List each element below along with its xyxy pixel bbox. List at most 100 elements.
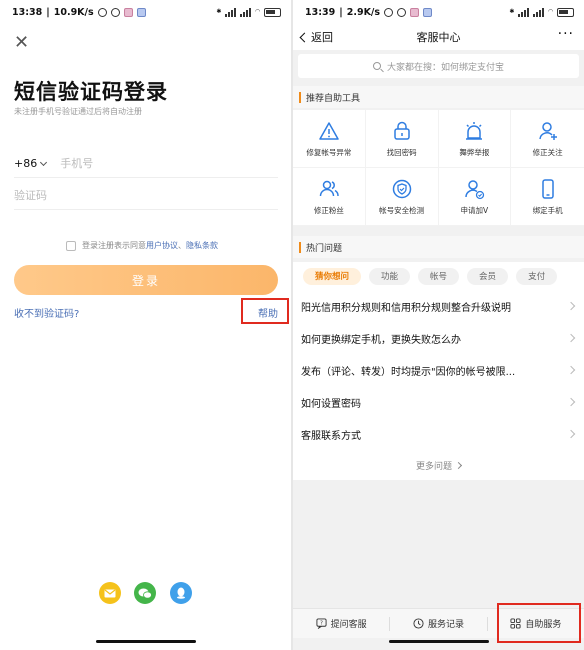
privacy-terms-link[interactable]: 隐私条款 (186, 240, 218, 251)
question-category-tabs: 猜你想问 功能 帐号 会员 支付 (293, 262, 584, 290)
no-code-link[interactable]: 收不到验证码? (14, 305, 79, 320)
hot-questions-header: 热门问题 (293, 236, 584, 258)
app-notification-icon (136, 7, 146, 17)
agreement-row: 登录注册表示同意 用户协议 、 隐私条款 (66, 240, 218, 251)
app-notification-icon (123, 7, 133, 17)
mail-login-button[interactable] (99, 582, 121, 604)
warning-icon (319, 121, 339, 140)
question-item[interactable]: 客服联系方式 (293, 418, 584, 450)
highlight-box (497, 603, 581, 643)
status-speed: 10.9K/s (53, 6, 94, 18)
qq-icon (177, 587, 185, 599)
status-time: 13:38 (12, 6, 43, 18)
phone-row: +86 (14, 150, 278, 178)
signal-icon (533, 7, 545, 17)
clock-status-icon (110, 7, 120, 17)
tool-apply-verified[interactable]: 申请加V (438, 168, 512, 226)
status-bar: 13:39 | 2.9K/s ✱ ◠ (293, 0, 584, 24)
tool-fix-fans[interactable]: 修正粉丝 (293, 168, 366, 226)
lock-icon (393, 121, 410, 140)
agreement-separator: 、 (178, 241, 186, 250)
tool-fix-account[interactable]: 修复帐号异常 (293, 110, 366, 168)
service-records-button[interactable]: 服务记录 (390, 609, 486, 638)
wifi-icon: ◠ (255, 8, 260, 15)
clock-status-icon (397, 7, 407, 17)
status-bar: 13:38 | 10.9K/s ✱ ◠ (0, 0, 291, 24)
app-notification-icon (410, 7, 420, 17)
agree-checkbox[interactable] (66, 240, 76, 251)
search-placeholder: 大家都在搜：如何绑定支付宝 (386, 62, 504, 73)
shield-icon (392, 179, 411, 198)
tab-features[interactable]: 功能 (369, 267, 411, 285)
more-questions-link[interactable]: 更多问题 (293, 450, 584, 480)
question-item[interactable]: 发布（评论、转发）时均提示"因你的帐号被限... (293, 354, 584, 386)
chevron-right-icon (566, 365, 576, 375)
search-bar[interactable]: 大家都在搜：如何绑定支付宝 (298, 54, 579, 78)
chevron-right-icon (566, 429, 576, 439)
wechat-login-button[interactable] (134, 582, 156, 604)
tool-bind-phone[interactable]: 绑定手机 (511, 168, 584, 226)
question-item[interactable]: 如何更换绑定手机，更换失败怎么办 (293, 322, 584, 354)
nav-bar: 返回 客服中心 ··· (293, 24, 584, 50)
verified-user-icon (465, 179, 485, 199)
chevron-right-icon (566, 301, 576, 311)
battery-icon (557, 7, 574, 17)
home-indicator[interactable] (389, 640, 489, 643)
search-icon (372, 62, 381, 70)
country-code-select[interactable]: +86 (14, 157, 48, 170)
highlight-box (241, 298, 289, 324)
qq-login-button[interactable] (170, 582, 192, 604)
mail-icon (104, 589, 116, 597)
code-row (14, 182, 278, 210)
signal-icon (518, 7, 530, 17)
chevron-right-icon (454, 461, 463, 469)
page-title: 短信验证码登录 (14, 80, 168, 104)
wifi-icon: ◠ (548, 8, 553, 15)
user-agreement-link[interactable]: 用户协议 (146, 240, 178, 251)
tool-account-security-check[interactable]: 帐号安全检测 (365, 168, 439, 226)
self-service-tools-grid: 修复帐号异常 找回密码 舞弊举报 修正关注 修正粉丝 帐号安全检测 申请加V 绑… (293, 110, 584, 226)
alarm-icon (466, 121, 483, 140)
phone-input[interactable] (60, 157, 221, 170)
tab-account[interactable]: 帐号 (418, 267, 460, 285)
bluetooth-icon: ✱ (509, 8, 515, 15)
tab-membership[interactable]: 会员 (467, 267, 509, 285)
tab-guess-you-ask[interactable]: 猜你想问 (303, 267, 362, 285)
page-title: 客服中心 (416, 31, 461, 44)
ask-service-button[interactable]: ? 提问客服 (293, 609, 389, 638)
agreement-text: 登录注册表示同意 (82, 241, 146, 250)
user-add-icon (538, 121, 557, 140)
clock-icon (413, 618, 424, 629)
tool-recover-password[interactable]: 找回密码 (365, 110, 439, 168)
tool-fix-following[interactable]: 修正关注 (511, 110, 584, 168)
tools-section-header: 推荐自助工具 (293, 86, 584, 108)
tool-fraud-report[interactable]: 舞弊举报 (438, 110, 512, 168)
app-notification-icon (423, 7, 433, 17)
verification-code-input[interactable] (14, 189, 214, 202)
section-accent-bar (299, 91, 301, 103)
tab-payment[interactable]: 支付 (516, 267, 558, 285)
wechat-icon (138, 588, 152, 599)
page-subtitle: 未注册手机号验证通过后将自动注册 (14, 107, 142, 116)
chevron-down-icon (40, 158, 48, 167)
chevron-right-icon (566, 333, 576, 343)
close-icon[interactable]: ✕ (14, 34, 29, 52)
bluetooth-icon: ✱ (216, 8, 222, 15)
alarm-status-icon (384, 7, 394, 17)
question-item[interactable]: 如何设置密码 (293, 386, 584, 418)
question-item[interactable]: 阳光信用积分规则和信用积分规则整合升级说明 (293, 290, 584, 322)
phone-icon (541, 178, 554, 199)
status-time: 13:39 (305, 6, 336, 18)
battery-icon (264, 7, 281, 17)
home-indicator[interactable] (96, 640, 196, 643)
login-button[interactable]: 登录 (14, 265, 278, 295)
section-accent-bar (299, 241, 301, 253)
alarm-status-icon (97, 7, 107, 17)
chevron-right-icon (566, 397, 576, 407)
svg-text:?: ? (320, 621, 323, 627)
users-icon (319, 180, 339, 196)
sms-login-screen: 13:38 | 10.9K/s ✱ ◠ ✕ 短信验证码登录 未注册手机号验证通过… (0, 0, 291, 650)
customer-service-screen: 13:39 | 2.9K/s ✱ ◠ 返回 客服中心 ··· 大家都在搜：如何绑… (293, 0, 584, 650)
more-menu-button[interactable]: ··· (558, 26, 574, 42)
question-chat-icon: ? (316, 618, 327, 629)
